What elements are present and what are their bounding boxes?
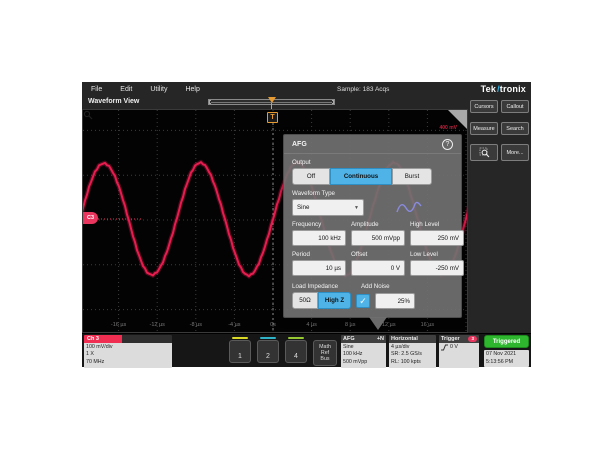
trigger-source-chip: 3 [468,336,477,342]
waveform-view-title: Waveform View [88,98,139,105]
svg-text:4 µs: 4 µs [306,322,317,328]
load-impedance-label: Load Impedance [292,283,356,290]
ch3-attenuation: 1 X [86,351,170,358]
tektronix-logo: Tekǀtronix [481,82,526,96]
svg-text:-4 µs: -4 µs [228,322,241,328]
channel3-chip: Ch 3 [84,335,122,343]
trigger-level: 0 V [450,344,458,351]
sine-wave-icon [396,201,422,215]
afg-dialog: AFG ? Output Off Continuous Burst Wavefo… [283,134,462,318]
amplitude-field[interactable]: 500 mVpp [351,230,405,246]
afg-badge[interactable]: AFG+N Sine 100 kHz 500 mVpp [341,335,386,368]
trigger-badge[interactable]: Trigger3 0 V [439,335,479,368]
trigger-position-caret[interactable] [268,97,276,103]
grid-zoom-icon [83,110,93,120]
screenshot-canvas: File Edit Utility Help Sample: 183 Acqs … [0,0,610,450]
search-button[interactable]: Search [501,122,529,135]
afg-frequency: 100 kHz [343,351,384,358]
svg-text:8 µs: 8 µs [345,322,356,328]
zoom-mode-button[interactable] [470,144,498,161]
menu-file[interactable]: File [82,82,111,96]
svg-text:0s: 0s [270,322,276,328]
date: 07 Nov 2021 [486,351,527,359]
load-impedance-50ohm-button[interactable]: 50Ω [292,292,318,309]
chevron-down-icon: ▼ [354,205,359,211]
afg-waveform: Sine [343,344,384,351]
low-level-label: Low Level [410,251,464,258]
afg-dialog-pointer [369,317,387,330]
high-level-field[interactable]: 250 mV [410,230,464,246]
period-label: Period [292,251,346,258]
svg-text:-16 µs: -16 µs [111,322,127,328]
add-noise-checkbox[interactable]: ✓ [356,294,370,308]
frequency-label: Frequency [292,221,346,228]
waveform-type-dropdown[interactable]: Sine▼ [292,199,364,216]
afg-amplitude: 500 mVpp [343,359,384,366]
add-noise-label: Add Noise [361,283,453,290]
menu-edit[interactable]: Edit [111,82,141,96]
measure-button[interactable]: Measure [470,122,498,135]
rising-edge-icon [441,344,448,351]
load-impedance-highz-button[interactable]: High Z [318,292,351,309]
zoom-icon [479,147,490,158]
add-noise-percent-field[interactable]: 25% [375,293,415,309]
svg-text:-12 µs: -12 µs [149,322,165,328]
channel1-button[interactable]: 1 [229,340,251,363]
channel3-ground-marker[interactable]: C3 [83,212,98,224]
channel3-badge[interactable]: Ch 3 100 mV/div 1 X 70 MHz [84,335,172,368]
record-length: RL: 100 kpts [391,359,434,366]
math-ref-bus-button[interactable]: Math Ref Bus [313,340,337,366]
channel1-color-dash [232,337,248,339]
output-burst-button[interactable]: Burst [392,168,432,185]
menu-utility[interactable]: Utility [141,82,176,96]
low-level-field[interactable]: -250 mV [410,260,464,276]
channel2-button[interactable]: 2 [257,340,279,363]
waveform-type-label: Waveform Type [292,190,461,197]
time: 5:13:56 PM [486,359,527,367]
right-sidebar: Cursors Callout Measure Search More... [468,96,531,333]
cursors-button[interactable]: Cursors [470,100,498,113]
channel2-color-dash [260,337,276,339]
scrollbar-right-cap[interactable] [332,100,334,104]
output-segmented-control: Off Continuous Burst [292,168,461,185]
oscilloscope-app: File Edit Utility Help Sample: 183 Acqs … [82,82,531,367]
afg-noise-tag: +N [377,336,384,342]
horizontal-scale: 4 µs/div [391,344,434,351]
svg-text:16 µs: 16 µs [421,322,435,328]
amplitude-label: Amplitude [351,221,405,228]
sample-rate: SR: 2.5 GS/s [391,351,434,358]
triggered-status-button[interactable]: Triggered [484,335,529,348]
datetime-display: 07 Nov 2021 5:13:56 PM [484,350,529,367]
scrollbar-left-cap[interactable] [209,100,211,104]
trigger-flag[interactable]: T [267,112,278,123]
ch3-scale: 100 mV/div [86,344,170,351]
output-continuous-button[interactable]: Continuous [330,168,392,185]
frequency-field[interactable]: 100 kHz [292,230,346,246]
output-off-button[interactable]: Off [292,168,330,185]
svg-text:-8 µs: -8 µs [190,322,203,328]
ch3-bandwidth: 70 MHz [86,359,170,366]
callout-button[interactable]: Callout [501,100,529,113]
help-icon[interactable]: ? [442,139,453,150]
more-button[interactable]: More... [501,144,529,161]
menu-bar: File Edit Utility Help Sample: 183 Acqs … [82,82,531,96]
afg-dialog-title: AFG [292,141,307,148]
waveform-view-header: Waveform View [82,96,468,109]
vertical-scale-top-label: 400 mV [439,125,457,131]
menu-help[interactable]: Help [176,82,208,96]
channel4-button[interactable]: 4 [285,340,307,363]
channel4-color-dash [288,337,304,339]
offset-field[interactable]: 0 V [351,260,405,276]
horizontal-badge[interactable]: Horizontal 4 µs/div SR: 2.5 GS/s RL: 100… [389,335,436,368]
period-field[interactable]: 10 µs [292,260,346,276]
high-level-label: High Level [410,221,464,228]
bottom-settings-bar: Ch 3 100 mV/div 1 X 70 MHz 1 2 4 Math Re… [82,333,531,367]
offset-label: Offset [351,251,405,258]
acquisition-status: Sample: 183 Acqs [337,82,389,96]
output-label: Output [292,159,461,166]
